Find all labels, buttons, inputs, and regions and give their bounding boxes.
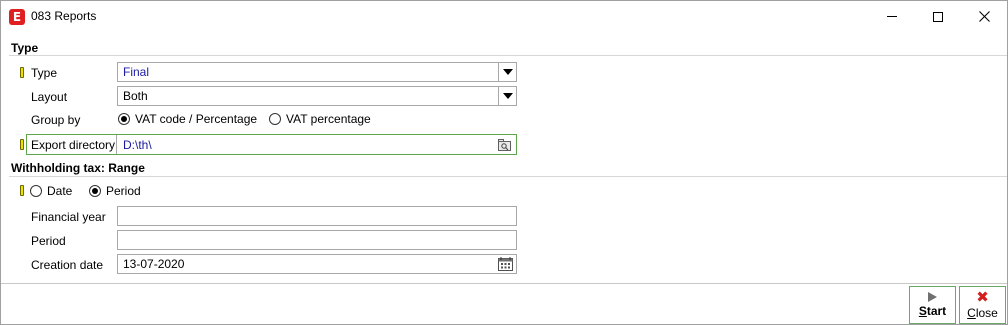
- export-directory-input[interactable]: D:\th\: [117, 135, 516, 155]
- type-value: Final: [123, 65, 150, 79]
- close-icon: [978, 11, 990, 22]
- required-marker-icon: [20, 67, 24, 78]
- group-by-option-label: VAT percentage: [286, 112, 371, 126]
- radio-unselected-icon: [269, 113, 281, 125]
- chevron-down-icon: [502, 93, 513, 99]
- period-input[interactable]: [117, 230, 517, 250]
- period-label: Period: [31, 234, 66, 248]
- required-marker-icon: [20, 139, 24, 150]
- export-directory-value: D:\th\: [123, 138, 152, 152]
- close-button-label: Close: [967, 306, 998, 320]
- footer-divider: [1, 283, 1007, 284]
- creation-date-label: Creation date: [31, 258, 104, 272]
- range-option-period[interactable]: Period: [89, 184, 141, 198]
- layout-dropdown[interactable]: Both: [117, 86, 517, 106]
- start-button-label: Start: [918, 304, 947, 318]
- range-option-label: Period: [106, 184, 141, 198]
- range-option-date[interactable]: Date: [30, 184, 72, 198]
- radio-selected-icon: [118, 113, 130, 125]
- section-divider: [9, 176, 1007, 177]
- creation-date-value: 13-07-2020: [123, 257, 185, 271]
- section-divider: [9, 55, 1007, 56]
- close-icon: ✖: [976, 288, 989, 306]
- section-header-range: Withholding tax: Range: [11, 161, 145, 175]
- type-dropdown-button[interactable]: [498, 63, 516, 81]
- creation-date-input[interactable]: 13-07-2020: [117, 254, 517, 274]
- financial-year-input[interactable]: [117, 206, 517, 226]
- chevron-down-icon: [502, 69, 513, 75]
- minimize-button[interactable]: [869, 1, 915, 32]
- play-icon: [928, 292, 937, 302]
- window-close-button[interactable]: [961, 1, 1007, 32]
- type-label: Type: [31, 66, 58, 80]
- app-logo-icon: E: [9, 9, 25, 25]
- layout-dropdown-button[interactable]: [498, 87, 516, 105]
- minimize-icon: [887, 16, 897, 17]
- type-dropdown[interactable]: Final: [117, 62, 517, 82]
- section-header-type: Type: [11, 41, 39, 55]
- folder-browse-icon[interactable]: [498, 139, 511, 151]
- maximize-button[interactable]: [915, 1, 961, 32]
- group-by-option-vat-percentage[interactable]: VAT percentage: [269, 112, 371, 126]
- export-directory-label: Export directory: [31, 138, 116, 152]
- title-bar: E 083 Reports: [1, 1, 1007, 32]
- radio-selected-icon: [89, 185, 101, 197]
- group-by-option-vat-code[interactable]: VAT code / Percentage: [118, 112, 257, 126]
- window-title: 083 Reports: [31, 9, 97, 23]
- close-button[interactable]: ✖ Close: [959, 286, 1006, 324]
- group-by-label: Group by: [31, 113, 81, 127]
- range-option-label: Date: [47, 184, 73, 198]
- financial-year-label: Financial year: [31, 210, 106, 224]
- report-window: E 083 Reports Type Type Final Layout Bot…: [0, 0, 1008, 325]
- required-marker-icon: [20, 185, 24, 196]
- layout-value: Both: [123, 89, 148, 103]
- layout-label: Layout: [31, 90, 68, 104]
- maximize-icon: [933, 11, 943, 22]
- radio-unselected-icon: [30, 185, 42, 197]
- calendar-icon[interactable]: [498, 257, 513, 271]
- start-button[interactable]: Start: [909, 286, 956, 324]
- group-by-option-label: VAT code / Percentage: [135, 112, 258, 126]
